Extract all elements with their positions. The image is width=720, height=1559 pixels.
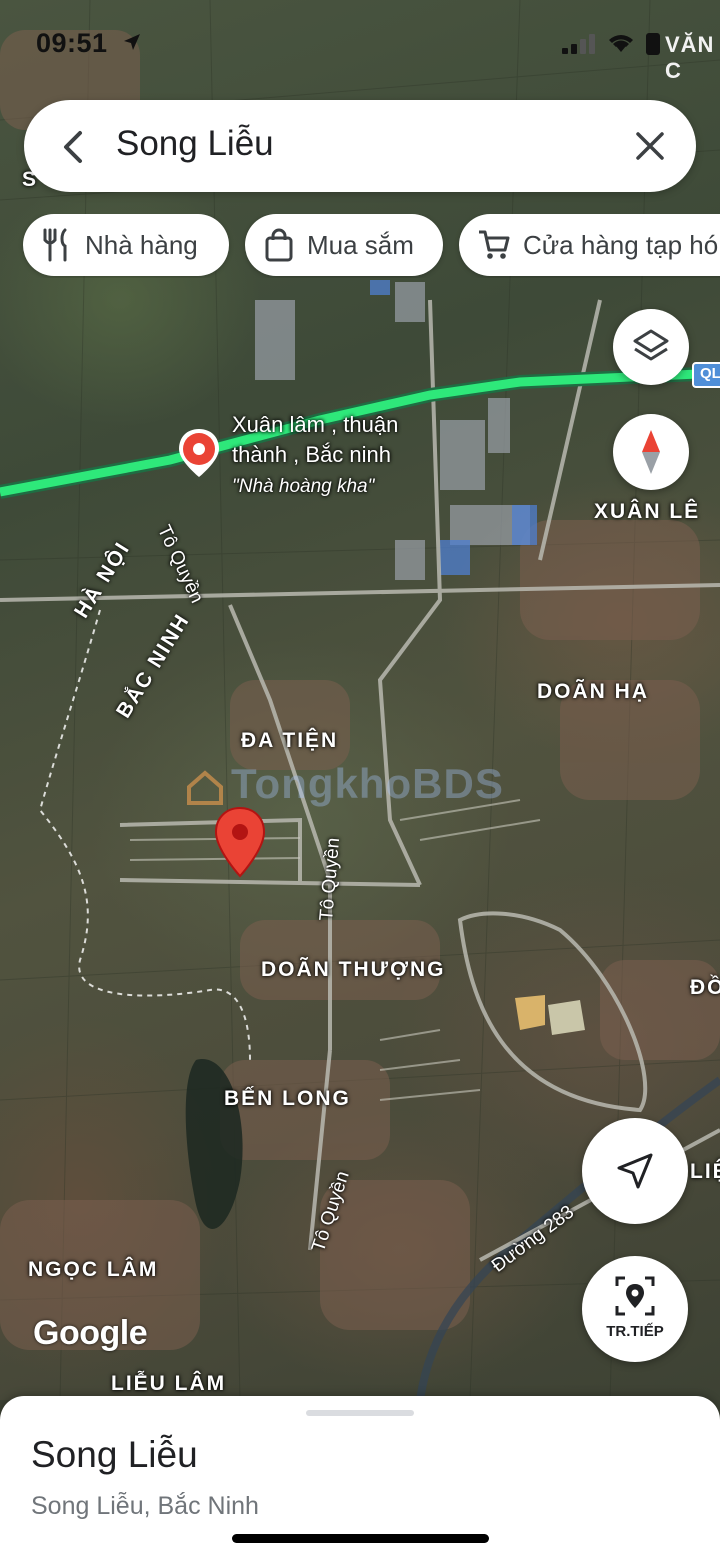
live-view-button[interactable]: TR.TIẾP [582,1256,688,1362]
shopping-bag-icon [265,228,293,262]
chip-grocery[interactable]: Cửa hàng tạp hó [459,214,720,276]
highway-badge: QL [692,362,720,388]
chip-shopping[interactable]: Mua sắm [245,214,443,276]
fork-knife-icon [43,228,67,262]
layers-button[interactable] [613,309,689,385]
cellular-signal-icon [562,34,595,54]
cart-icon [479,230,510,259]
place-title: Song Liễu [31,1434,198,1475]
navigation-arrow-icon [617,1153,653,1189]
place-label-ngoc-lam: NGỌC LÂM [28,1258,159,1281]
chip-label: Mua sắm [307,229,414,260]
close-icon[interactable] [632,128,668,164]
poi-marker[interactable] [176,427,222,479]
back-arrow-icon[interactable] [54,127,94,167]
chip-label: Cửa hàng tạp hó [523,229,719,260]
layers-icon [633,329,669,361]
chip-restaurants[interactable]: Nhà hàng [23,214,229,276]
poi-title[interactable]: Xuân lâm , thuận thành , Bắc ninh [232,410,398,470]
watermark: TongkhoBDS [185,760,504,808]
home-indicator[interactable] [232,1534,489,1543]
place-label-do: ĐỒ [690,976,720,999]
drag-handle[interactable] [306,1410,414,1416]
live-view-label: TR.TIẾP [606,1323,664,1340]
status-time: 09:51 [36,28,108,58]
corner-place-label: VĂN C [665,32,715,83]
compass-icon [642,430,660,474]
place-label-doan-thuong: DOÃN THƯỢNG [261,958,446,981]
status-bar: 09:51 VĂN C [0,0,720,90]
house-icon [187,770,223,805]
place-label-doan-ha: DOÃN HẠ [537,680,649,703]
live-view-icon [615,1276,655,1316]
place-label-xuan-le: XUÂN LÊ [594,500,701,523]
battery-icon [646,33,660,55]
search-query[interactable]: Song Liễu [116,124,274,164]
place-label-ben-long: BẾN LONG [224,1087,351,1110]
selected-location-pin[interactable] [214,806,266,878]
map-pin-icon [179,429,219,477]
place-label-da-tien: ĐA TIỆN [241,729,339,752]
my-location-button[interactable] [582,1118,688,1224]
place-label-lieu-lam: LIỄU LÂM [111,1372,227,1395]
compass-button[interactable] [613,414,689,490]
location-pin-icon [214,806,266,878]
search-bar[interactable]: Song Liễu [24,100,696,192]
wifi-icon [609,35,633,52]
place-label-lie: LIỆ [690,1160,720,1183]
poi-subtitle: "Nhà hoàng kha" [232,476,375,497]
bottom-sheet[interactable]: Song Liễu Song Liễu, Bắc Ninh [0,1396,720,1559]
place-address: Song Liễu, Bắc Ninh [31,1492,259,1520]
location-arrow-icon [124,34,140,50]
google-logo: Google [33,1314,148,1352]
chip-label: Nhà hàng [85,229,198,260]
category-chips: Nhà hàng Mua sắm Cửa hàng tạp hó [0,214,720,278]
